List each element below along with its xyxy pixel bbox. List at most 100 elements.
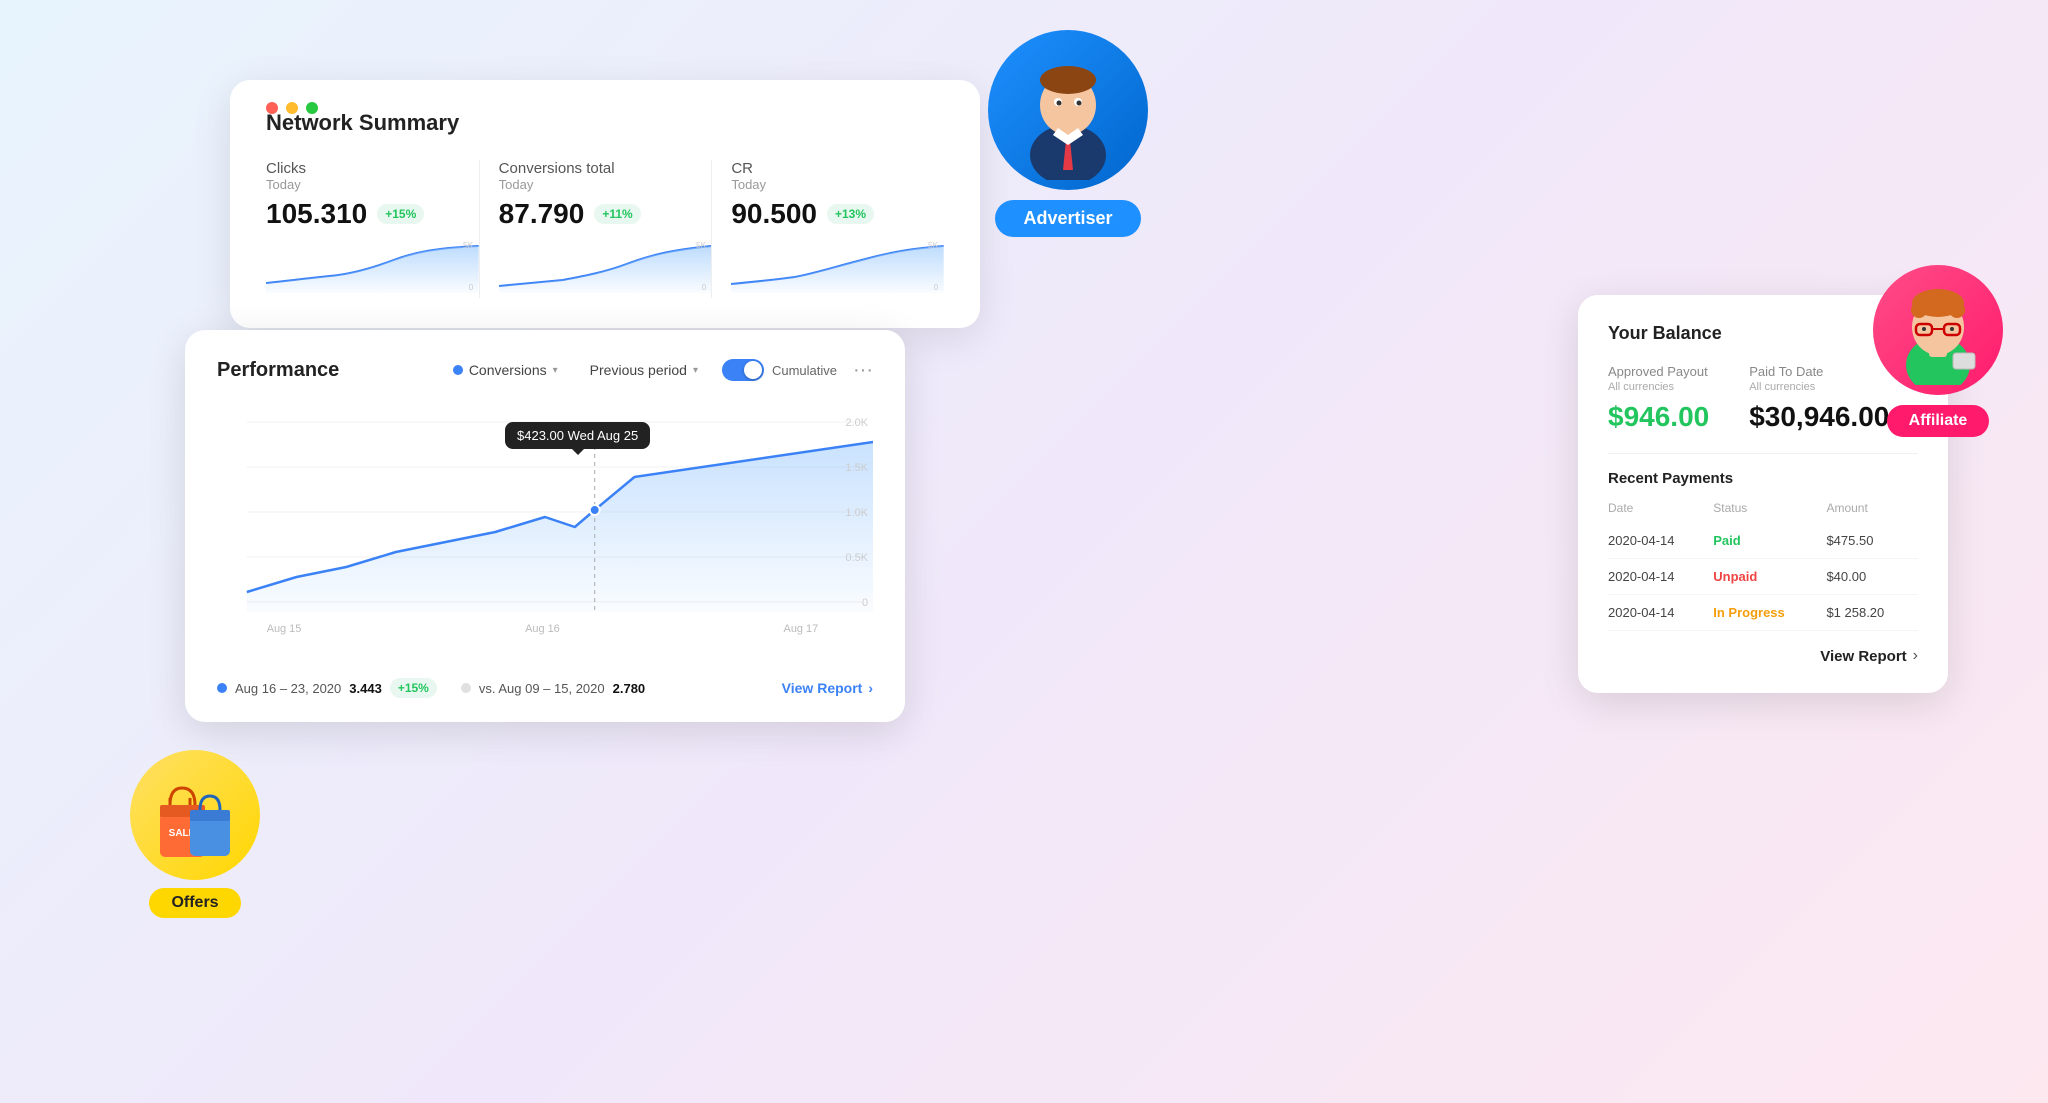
tooltip-value: $423.00 bbox=[517, 428, 564, 443]
payment-row-3: 2020-04-14 In Progress $1 258.20 bbox=[1608, 595, 1918, 631]
clicks-value-row: 105.310 +15% bbox=[266, 198, 479, 230]
offers-label: Offers bbox=[149, 888, 240, 918]
cr-sublabel: Today bbox=[731, 177, 944, 192]
conv-label: Conversions total bbox=[499, 160, 712, 177]
performance-card: Performance Conversions ▾ Previous perio… bbox=[185, 330, 905, 722]
svg-text:5K: 5K bbox=[696, 241, 707, 250]
cumulative-toggle-row: Cumulative bbox=[722, 359, 837, 381]
cr-chart: 5K 0 bbox=[731, 238, 944, 293]
conv-chevron-icon: ▾ bbox=[553, 365, 558, 376]
period2-label: vs. Aug 09 – 15, 2020 bbox=[479, 681, 605, 696]
tooltip-date: Wed Aug 25 bbox=[568, 428, 639, 443]
svg-text:0: 0 bbox=[469, 283, 474, 292]
period2-dot bbox=[461, 683, 471, 693]
conv-value: 87.790 bbox=[499, 198, 585, 230]
period2-value: 2.780 bbox=[613, 681, 646, 696]
svg-text:0: 0 bbox=[934, 283, 939, 292]
cr-value-row: 90.500 +13% bbox=[731, 198, 944, 230]
clicks-badge: +15% bbox=[377, 204, 424, 224]
conv-badge: +11% bbox=[594, 204, 640, 224]
affiliate-label: Affiliate bbox=[1887, 405, 1990, 437]
period1-badge: +15% bbox=[390, 678, 437, 698]
affiliate-illustration bbox=[1883, 275, 1993, 385]
approved-payout-value: $946.00 bbox=[1608, 401, 1709, 433]
window-controls bbox=[266, 102, 318, 114]
payment-1-amount: $475.50 bbox=[1826, 523, 1918, 559]
payment-2-amount: $40.00 bbox=[1826, 559, 1918, 595]
balance-view-report[interactable]: View Report › bbox=[1608, 647, 1918, 665]
payment-2-date: 2020-04-14 bbox=[1608, 559, 1713, 595]
paid-to-date-sublabel: All currencies bbox=[1749, 381, 1889, 393]
svg-text:1.5K: 1.5K bbox=[846, 462, 869, 474]
conversions-dropdown[interactable]: Conversions ▾ bbox=[445, 358, 566, 382]
svg-text:5K: 5K bbox=[928, 241, 939, 250]
svg-text:Aug 16: Aug 16 bbox=[525, 623, 560, 635]
conv-dropdown-label: Conversions bbox=[469, 362, 547, 378]
performance-view-report[interactable]: View Report › bbox=[782, 680, 873, 696]
paid-to-date-value: $30,946.00 bbox=[1749, 401, 1889, 433]
footer-stats: Aug 16 – 23, 2020 3.443 +15% vs. Aug 09 … bbox=[217, 678, 645, 698]
paid-to-date-col: Paid To Date All currencies $30,946.00 bbox=[1749, 364, 1889, 433]
toggle-label: Cumulative bbox=[772, 363, 837, 378]
metric-clicks: Clicks Today 105.310 +15% 5K 0 bbox=[266, 160, 479, 298]
clicks-chart: 5K 0 bbox=[266, 238, 479, 293]
network-card-title: Network Summary bbox=[266, 110, 944, 136]
period-dropdown[interactable]: Previous period ▾ bbox=[582, 358, 706, 382]
period1-dot bbox=[217, 683, 227, 693]
view-report-arrow-icon: › bbox=[868, 680, 873, 696]
period-chevron-icon: ▾ bbox=[693, 365, 698, 376]
offers-illustration: SALE bbox=[140, 760, 250, 870]
balance-columns: Approved Payout All currencies $946.00 P… bbox=[1608, 364, 1918, 433]
svg-text:1.0K: 1.0K bbox=[846, 507, 869, 519]
cumulative-toggle[interactable] bbox=[722, 359, 764, 381]
col-date: Date bbox=[1608, 501, 1713, 523]
offers-circle: SALE bbox=[130, 750, 260, 880]
advertiser-circle bbox=[988, 30, 1148, 190]
period1-value: 3.443 bbox=[349, 681, 382, 696]
metric-cr: CR Today 90.500 +13% 5K 0 bbox=[711, 160, 944, 298]
approved-payout-col: Approved Payout All currencies $946.00 bbox=[1608, 364, 1709, 433]
payment-3-amount: $1 258.20 bbox=[1826, 595, 1918, 631]
svg-text:5K: 5K bbox=[463, 241, 474, 250]
clicks-value: 105.310 bbox=[266, 198, 367, 230]
balance-title: Your Balance bbox=[1608, 323, 1918, 344]
payments-table: Date Status Amount 2020-04-14 Paid $475.… bbox=[1608, 501, 1918, 631]
period-dropdown-label: Previous period bbox=[590, 362, 687, 378]
payment-row-1: 2020-04-14 Paid $475.50 bbox=[1608, 523, 1918, 559]
svg-text:0: 0 bbox=[701, 283, 706, 292]
performance-header: Performance Conversions ▾ Previous perio… bbox=[217, 358, 873, 382]
conv-sublabel: Today bbox=[499, 177, 712, 192]
cr-label: CR bbox=[731, 160, 944, 177]
clicks-label: Clicks bbox=[266, 160, 479, 177]
recent-payments-title: Recent Payments bbox=[1608, 470, 1918, 487]
conv-chart: 5K 0 bbox=[499, 238, 712, 293]
cr-value: 90.500 bbox=[731, 198, 817, 230]
metrics-row: Clicks Today 105.310 +15% 5K 0 bbox=[266, 160, 944, 298]
payment-3-status: In Progress bbox=[1713, 595, 1826, 631]
payment-1-date: 2020-04-14 bbox=[1608, 523, 1713, 559]
payment-2-status: Unpaid bbox=[1713, 559, 1826, 595]
chart-tooltip: $423.00 Wed Aug 25 bbox=[505, 422, 650, 449]
payment-row-2: 2020-04-14 Unpaid $40.00 bbox=[1608, 559, 1918, 595]
divider bbox=[1608, 453, 1918, 454]
period2-stat: vs. Aug 09 – 15, 2020 2.780 bbox=[461, 681, 645, 696]
advertiser-avatar: Advertiser bbox=[988, 30, 1148, 237]
period1-stat: Aug 16 – 23, 2020 3.443 +15% bbox=[217, 678, 437, 698]
balance-view-report-text: View Report bbox=[1820, 648, 1906, 665]
approved-payout-label: Approved Payout bbox=[1608, 364, 1709, 379]
paid-to-date-label: Paid To Date bbox=[1749, 364, 1889, 379]
approved-payout-sublabel: All currencies bbox=[1608, 381, 1709, 393]
view-report-chevron-icon: › bbox=[1913, 647, 1918, 665]
clicks-sublabel: Today bbox=[266, 177, 479, 192]
maximize-dot bbox=[306, 102, 318, 114]
close-dot bbox=[266, 102, 278, 114]
advertiser-illustration bbox=[998, 40, 1138, 180]
more-options-icon[interactable]: ··· bbox=[853, 359, 873, 382]
svg-text:0.5K: 0.5K bbox=[846, 552, 869, 564]
svg-text:2.0K: 2.0K bbox=[846, 417, 869, 429]
conv-dot bbox=[453, 365, 463, 375]
offers-bubble: SALE Offers bbox=[130, 750, 260, 918]
performance-controls: Conversions ▾ Previous period ▾ Cumulati… bbox=[445, 358, 873, 382]
metric-conversions-total: Conversions total Today 87.790 +11% 5K 0 bbox=[479, 160, 712, 298]
minimize-dot bbox=[286, 102, 298, 114]
